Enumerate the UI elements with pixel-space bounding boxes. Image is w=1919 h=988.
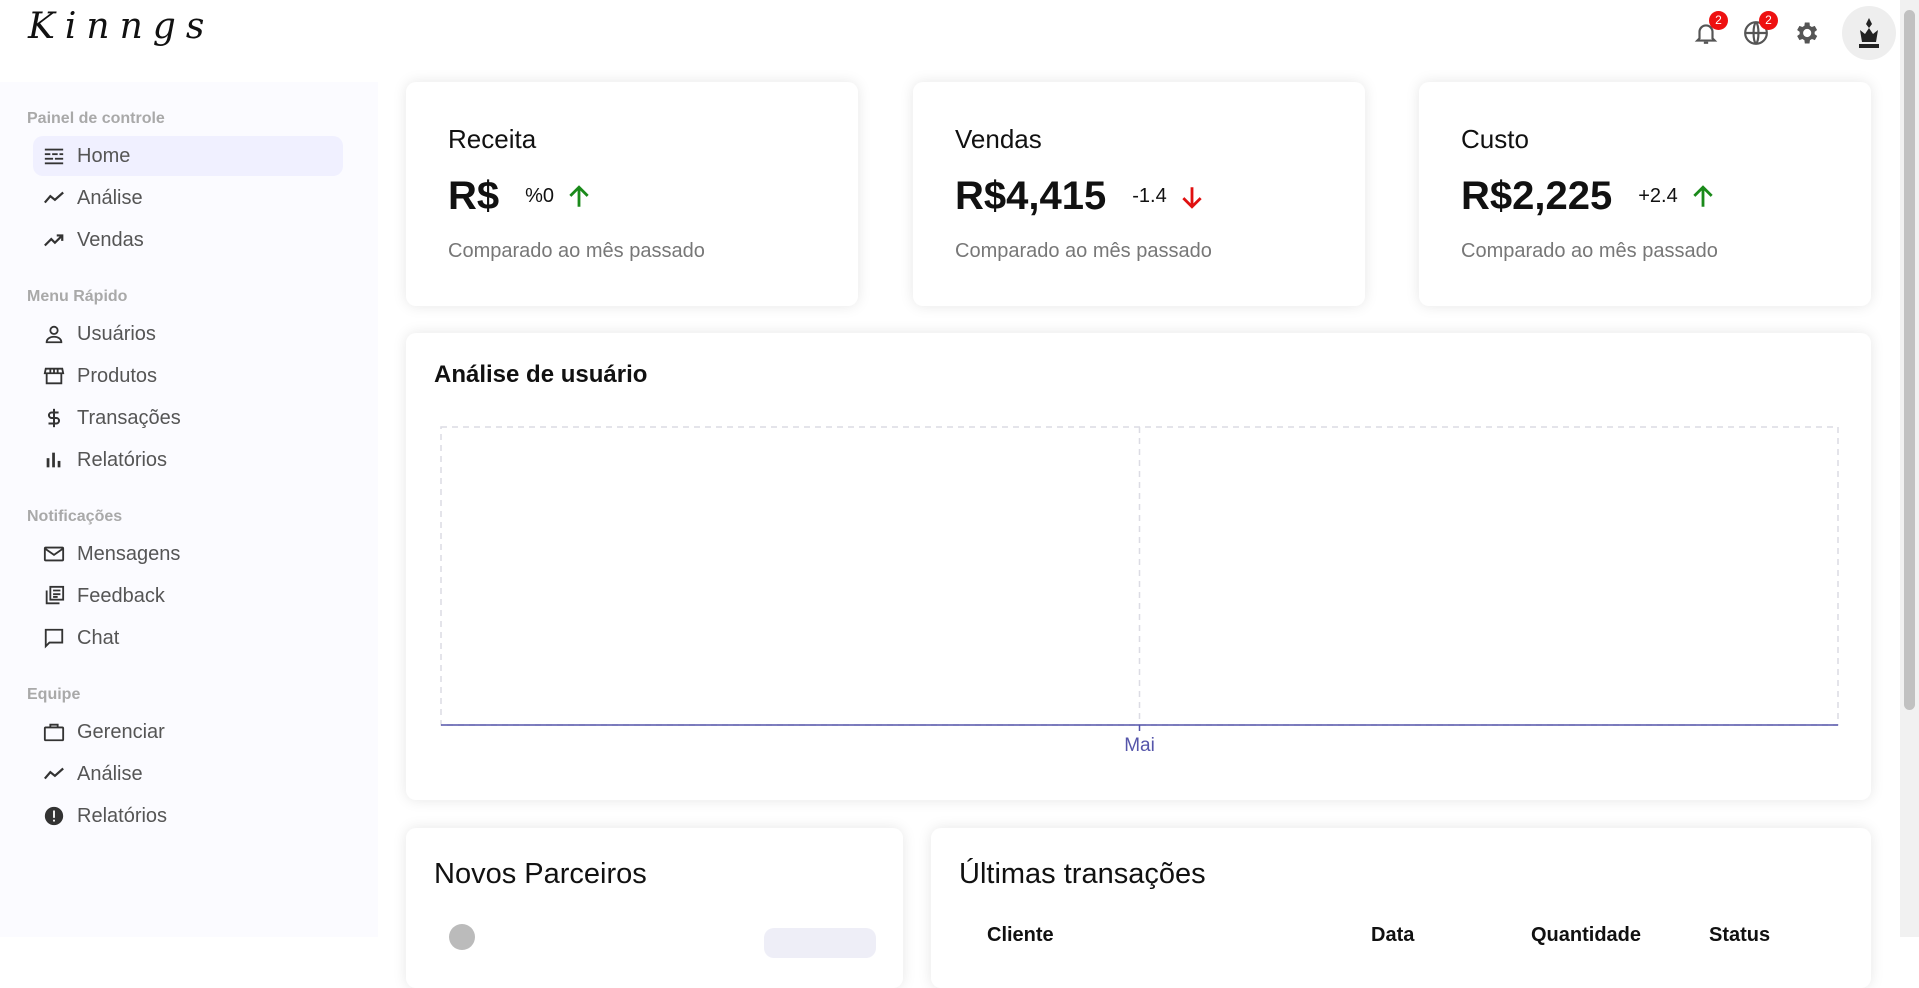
sidebar-item-label: Análise [77, 186, 143, 209]
sidebar-item-label: Relatórios [77, 804, 168, 827]
person-icon [45, 325, 63, 344]
column-header-status: Status [1709, 924, 1771, 946]
sidebar-item-label: Mensagens [77, 542, 181, 565]
bar-chart-icon [46, 452, 61, 468]
sidebar-item-label: Usuários [77, 322, 156, 345]
sidebar-item-relatorios-equipe[interactable]: Relatórios [33, 796, 343, 836]
dollar-icon [48, 408, 60, 428]
column-header-data: Data [1371, 924, 1415, 946]
trending-up-icon [44, 234, 64, 247]
gear-icon [1797, 22, 1818, 44]
avatar-image-icon [1859, 18, 1879, 48]
report-icon [44, 806, 64, 826]
briefcase-icon [43, 723, 65, 742]
chat-icon [44, 628, 64, 649]
timeline-icon [43, 767, 64, 780]
column-header-quantidade: Quantidade [1531, 924, 1642, 946]
kpi-rate: +2.4 [1638, 185, 1678, 207]
sidebar-item-analise-equipe[interactable]: Análise [33, 754, 343, 794]
notifications-badge: 2 [1709, 11, 1728, 30]
sidebar-item-gerenciar[interactable]: Gerenciar [33, 712, 343, 752]
partner-action-button[interactable] [764, 928, 876, 958]
sidebar-item-label: Produtos [77, 364, 158, 387]
kpi-title: Custo [1461, 124, 1529, 154]
library-icon [45, 585, 65, 605]
notifications-button[interactable]: 2 [1692, 11, 1728, 47]
sidebar-item-label: Chat [77, 626, 120, 649]
sidebar-item-label: Home [77, 144, 131, 167]
sidebar-item-label: Feedback [77, 584, 165, 607]
sidebar-section-title: Menu Rápido [27, 288, 128, 305]
page-scrollbar[interactable] [1900, 0, 1919, 937]
new-partners-card: Novos Parceiros [406, 828, 903, 988]
partners-title: Novos Parceiros [434, 858, 647, 890]
partner-avatar [449, 924, 475, 950]
sidebar-section-title: Equipe [27, 686, 81, 703]
top-actions: 2 2 [1692, 6, 1900, 60]
kpi-title: Vendas [955, 124, 1042, 154]
latest-transactions-card: Últimas transações Cliente Data Quantida… [931, 828, 1871, 988]
sidebar-item-home[interactable]: Home [33, 136, 343, 176]
arrow-down-icon [1182, 186, 1202, 209]
user-analytics-chart: Mai [440, 426, 1839, 756]
sidebar-item-chat[interactable]: Chat [33, 618, 343, 658]
arrow-up-icon [569, 184, 589, 207]
kpi-subtitle: Comparado ao mês passado [955, 240, 1212, 262]
language-button[interactable]: 2 [1742, 11, 1778, 47]
sidebar-section-title: Painel de controle [27, 110, 165, 127]
sidebar-item-analise[interactable]: Análise [33, 178, 343, 218]
kpi-subtitle: Comparado ao mês passado [448, 240, 705, 262]
storefront-icon [43, 367, 65, 385]
sidebar-item-label: Análise [77, 762, 143, 785]
avatar[interactable] [1842, 6, 1896, 60]
sidebar-item-feedback[interactable]: Feedback [33, 576, 343, 616]
sidebar-item-produtos[interactable]: Produtos [33, 356, 343, 396]
top-bar: Kinngs 2 2 [0, 0, 1900, 64]
sidebar-item-label: Transações [77, 406, 181, 429]
user-analytics-card: Análise de usuário Mai [406, 333, 1871, 800]
sidebar: Painel de controle Home Análise Vendas M… [0, 82, 378, 937]
sidebar-item-transacoes[interactable]: Transações [33, 398, 343, 438]
kpi-value: R$4,415 [955, 174, 1107, 218]
mail-icon [43, 546, 65, 562]
sidebar-section-title: Notificações [27, 508, 123, 525]
kpi-card-custo: Custo R$2,225 +2.4 Comparado ao mês pass… [1419, 82, 1871, 306]
kpi-rate: -1.4 [1132, 185, 1167, 207]
kpi-subtitle: Comparado ao mês passado [1461, 240, 1718, 262]
language-badge: 2 [1759, 11, 1778, 30]
column-header-cliente: Cliente [987, 924, 1054, 946]
sidebar-item-vendas[interactable]: Vendas [33, 220, 343, 260]
sidebar-item-usuarios[interactable]: Usuários [33, 314, 343, 354]
sidebar-item-label: Relatórios [77, 448, 168, 471]
settings-button[interactable] [1792, 19, 1820, 47]
transactions-title: Últimas transações [959, 858, 1206, 890]
kpi-card-vendas: Vendas R$4,415 -1.4 Comparado ao mês pas… [913, 82, 1365, 306]
kpi-value: R$ [448, 174, 500, 218]
kpi-card-receita: Receita R$ %0 Comparado ao mês passado [406, 82, 858, 306]
sidebar-item-relatorios[interactable]: Relatórios [33, 440, 343, 480]
sidebar-item-label: Gerenciar [77, 720, 165, 743]
sidebar-item-mensagens[interactable]: Mensagens [33, 534, 343, 574]
sidebar-item-label: Vendas [77, 228, 144, 251]
kpi-value: R$2,225 [1461, 174, 1613, 218]
app-logo[interactable]: Kinngs [28, 6, 214, 47]
kpi-rate: %0 [525, 185, 555, 207]
dashboard-icon [44, 148, 64, 165]
timeline-icon [43, 191, 64, 204]
x-axis-tick-label: Mai [1124, 735, 1155, 756]
arrow-up-icon [1693, 184, 1713, 207]
kpi-title: Receita [448, 124, 537, 154]
scrollbar-thumb[interactable] [1904, 10, 1915, 710]
